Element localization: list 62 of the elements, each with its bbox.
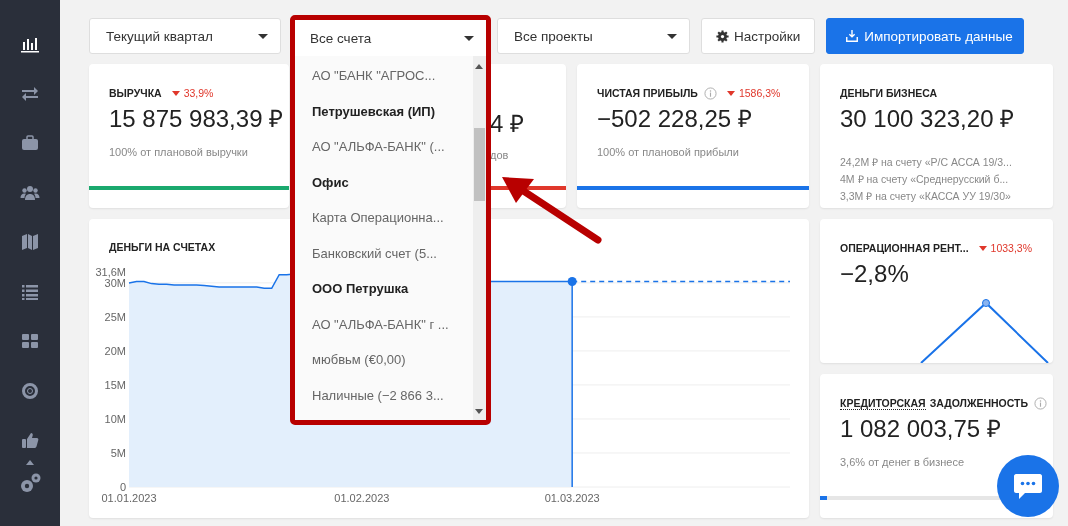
term-link[interactable]: КРЕДИТОРСКАЯ	[840, 396, 926, 410]
y-axis-label: 25M	[104, 310, 126, 323]
account-balance-line: 4M ₽ на счету «Среднерусский б...	[840, 172, 1010, 187]
card-value: −502 228,25 ₽	[597, 104, 752, 134]
caret-down-icon	[464, 35, 474, 41]
caret-up-icon[interactable]	[26, 459, 34, 465]
account-option[interactable]: Банковский счет (5...	[295, 235, 473, 271]
briefcase-icon[interactable]	[20, 133, 40, 153]
account-balance-line: 24,2M ₽ на счету «Р/С АССА 19/3...	[840, 155, 1013, 170]
import-icon	[845, 29, 860, 43]
change-percent: 33,9%	[183, 87, 214, 99]
y-axis-label: 0	[119, 481, 126, 493]
card-title: ДЕНЬГИ БИЗНЕСА	[840, 87, 938, 99]
group-header: Петрушевская (ИП)	[311, 102, 436, 121]
account-option[interactable]: мюбвьм (€0,00)	[295, 342, 473, 378]
account-option[interactable]: АО "АЛЬФА-БАНК" (...	[295, 129, 473, 165]
grid-icon[interactable]	[20, 331, 40, 351]
account-option[interactable]: АО "АЛЬФА-БАНК" г ...	[295, 306, 473, 342]
card-value: −2,8%	[840, 259, 909, 289]
card-value: 15 875 983,39 ₽	[109, 104, 284, 134]
scroll-up-icon[interactable]	[475, 64, 483, 69]
y-axis-label: 30M	[104, 276, 126, 289]
map-icon[interactable]	[20, 232, 40, 252]
y-axis-label: 31,6M	[95, 266, 126, 278]
account-option[interactable]: АО "БАНК "АГРОС...	[295, 58, 473, 94]
period-select[interactable]: Текущий квартал	[89, 18, 281, 54]
group-header: ООО Петрушка	[311, 280, 410, 298]
account-balance-line: 3,3M ₽ на счету «КАССА УУ 19/30»	[840, 189, 1012, 204]
import-button[interactable]: Импортировать данные	[826, 18, 1024, 54]
x-axis-label: 01.01.2023	[101, 492, 157, 504]
card-note: 100% от плановой прибыли	[597, 146, 740, 158]
thumbs-up-icon[interactable]	[20, 430, 40, 450]
caret-down-icon	[667, 33, 677, 39]
account-option[interactable]: Карта Операционна...	[295, 200, 473, 236]
change-percent: 1586,3%	[738, 87, 781, 99]
x-axis-label: 01.02.2023	[334, 492, 390, 504]
card-value: 1 082 003,75 ₽	[840, 414, 1001, 444]
account-option[interactable]: Наличные (−2 866 3...	[295, 377, 473, 413]
lifebuoy-icon[interactable]	[20, 380, 40, 401]
chat-icon	[1013, 472, 1043, 500]
card-note: 100% от плановой выручки	[109, 146, 249, 158]
scrollbar[interactable]	[473, 56, 486, 420]
card-value: 4 ₽	[490, 109, 524, 139]
y-axis-label: 5M	[110, 447, 126, 459]
card-note: 3,6% от денег в бизнесе	[840, 456, 966, 468]
accounts-select[interactable]: Все счета	[295, 20, 486, 56]
x-axis-label: 01.03.2023	[544, 492, 600, 504]
card-title: ЧИСТАЯ ПРИБЫЛЬ	[597, 87, 698, 99]
y-axis-label: 20M	[104, 344, 126, 357]
settings-button[interactable]: Настройки	[701, 18, 816, 54]
scrollbar-thumb[interactable]	[474, 128, 485, 201]
projects-select[interactable]: Все проекты	[497, 18, 690, 54]
caret-down-icon	[258, 33, 268, 39]
change-percent: 1033,3%	[990, 242, 1032, 254]
card-title: ЗАДОЛЖЕННОСТЬ	[929, 397, 1029, 409]
y-axis-label: 10M	[104, 412, 126, 425]
scroll-down-icon[interactable]	[475, 409, 483, 414]
y-axis-label: 15M	[104, 378, 126, 391]
card-title: ОПЕРАЦИОННАЯ РЕНТ...	[840, 242, 969, 254]
group-header: Офис	[311, 173, 350, 192]
card-value: 30 100 323,20 ₽	[840, 104, 1015, 134]
card-title: ВЫРУЧКА	[109, 87, 162, 99]
